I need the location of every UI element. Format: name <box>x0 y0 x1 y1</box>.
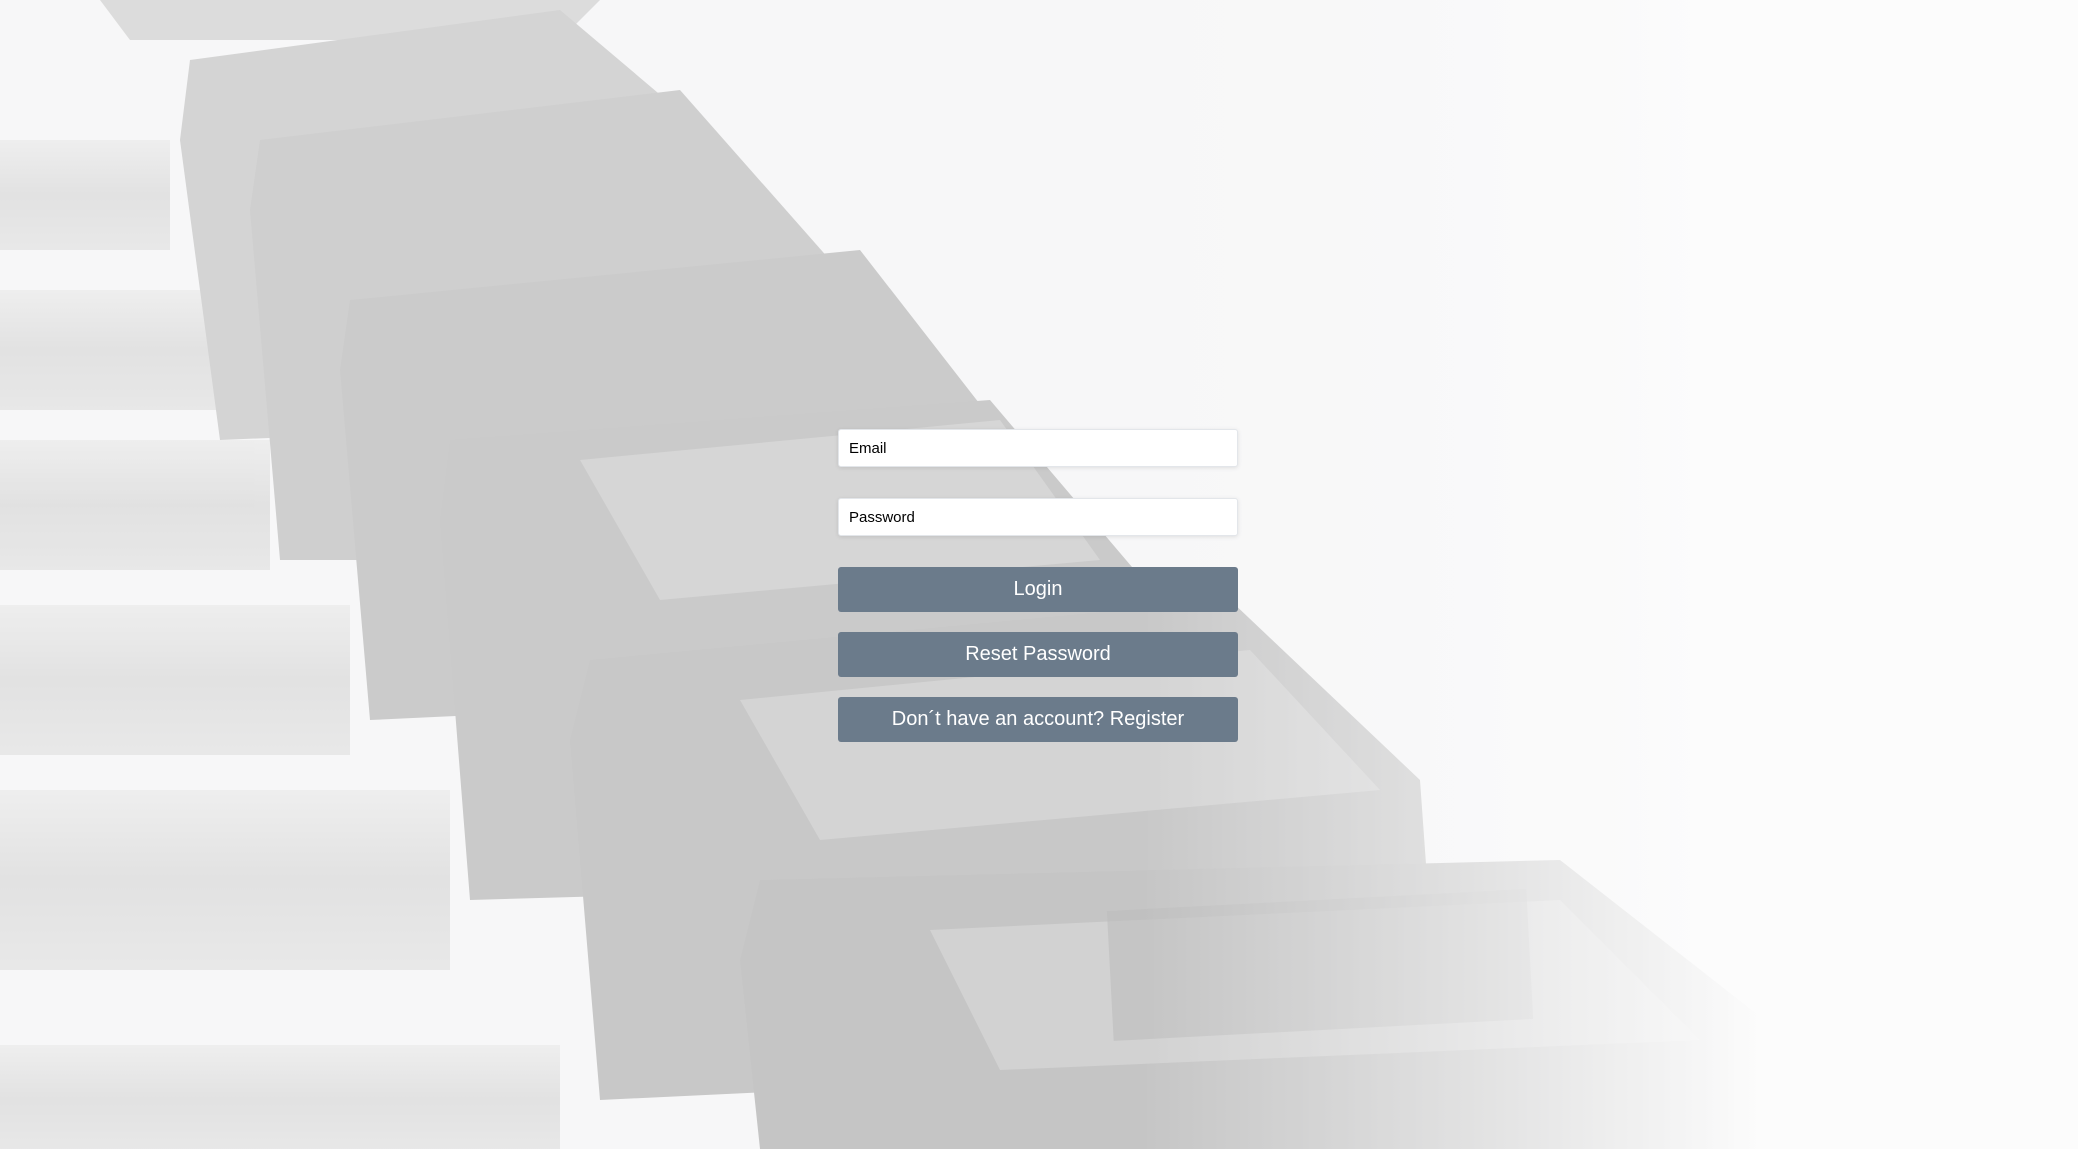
login-page: Login Reset Password Don´t have an accou… <box>0 0 2078 1149</box>
login-button[interactable]: Login <box>838 567 1238 612</box>
register-button[interactable]: Don´t have an account? Register <box>838 697 1238 742</box>
password-input[interactable] <box>838 498 1238 536</box>
login-form: Login Reset Password Don´t have an accou… <box>838 429 1238 742</box>
email-input[interactable] <box>838 429 1238 467</box>
reset-password-button[interactable]: Reset Password <box>838 632 1238 677</box>
